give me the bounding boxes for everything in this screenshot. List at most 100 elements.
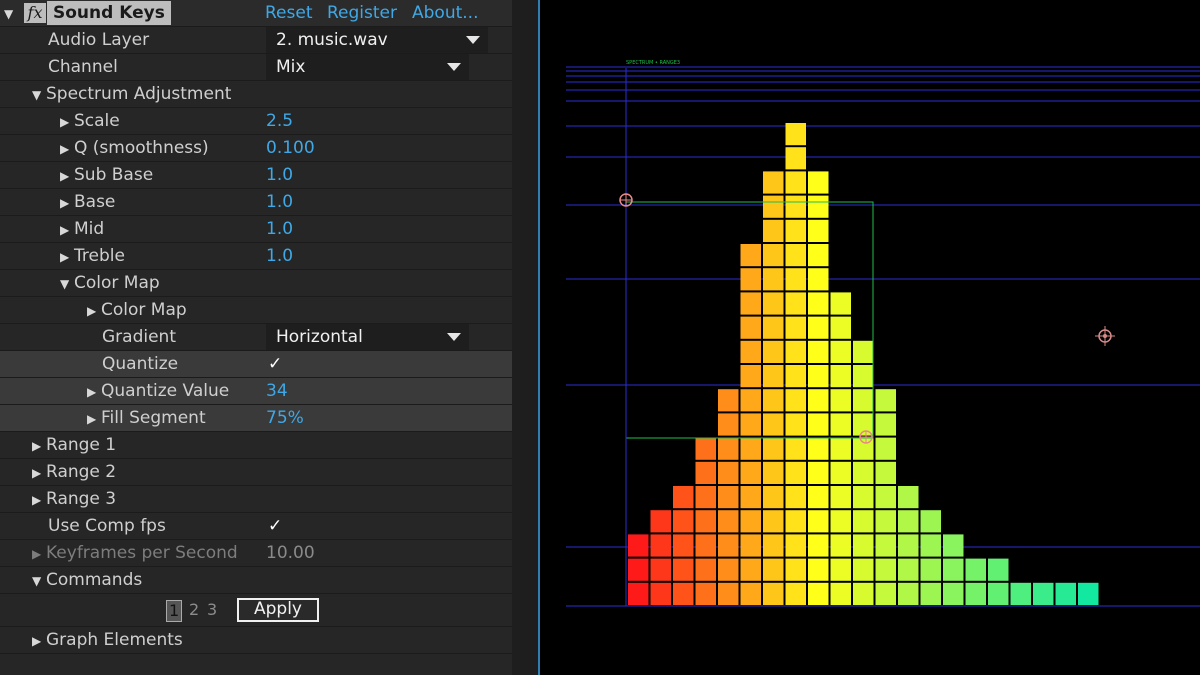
- effect-header[interactable]: ▼ fx Sound Keys Reset Register About...: [0, 0, 512, 27]
- spectrum-segment: [785, 534, 806, 557]
- spectrum-segment: [740, 292, 761, 315]
- quantize-checkbox[interactable]: ✓: [268, 351, 282, 377]
- expand-triangle-icon[interactable]: ▶: [60, 109, 74, 135]
- collapse-triangle-icon[interactable]: ▼: [4, 0, 18, 27]
- apply-button[interactable]: Apply: [237, 598, 319, 622]
- spectrum-segment: [695, 437, 716, 460]
- composition-viewer[interactable]: SPECTRUM • RANGE3: [540, 0, 1200, 675]
- commands-row[interactable]: ▼ Commands: [0, 567, 512, 594]
- spectrum-segment: [875, 389, 896, 412]
- scale-row: ▶ Scale 2.5: [0, 108, 512, 135]
- expand-triangle-icon[interactable]: ▼: [32, 568, 46, 594]
- spectrum-segment: [763, 413, 784, 436]
- expand-triangle-icon[interactable]: ▶: [60, 244, 74, 270]
- spectrum-segment: [718, 389, 739, 412]
- expand-triangle-icon[interactable]: ▶: [60, 190, 74, 216]
- treble-label: Treble: [74, 246, 125, 266]
- mid-label: Mid: [74, 219, 105, 239]
- graph-elements-row[interactable]: ▶ Graph Elements: [0, 627, 512, 654]
- range3-row[interactable]: ▶ Range 3: [0, 486, 512, 513]
- spectrum-segment: [830, 534, 851, 557]
- command-1-button[interactable]: 1: [166, 600, 183, 622]
- crosshair-target-icon[interactable]: [619, 193, 633, 207]
- mid-value[interactable]: 1.0: [266, 216, 293, 242]
- spectrum-segment: [650, 510, 671, 533]
- reset-link[interactable]: Reset: [265, 0, 313, 26]
- expand-triangle-icon[interactable]: ▼: [60, 271, 74, 297]
- spectrum-adjustment-row[interactable]: ▼ Spectrum Adjustment: [0, 81, 512, 108]
- anchor-point-icon[interactable]: [1095, 326, 1115, 346]
- spectrum-segment: [830, 365, 851, 388]
- use-comp-fps-row: Use Comp fps ✓: [0, 513, 512, 540]
- spectrum-segment: [808, 413, 829, 436]
- viewer-canvas[interactable]: SPECTRUM • RANGE3: [540, 0, 1200, 675]
- spectrum-segment: [1033, 582, 1054, 605]
- fx-toggle-icon[interactable]: fx: [24, 3, 46, 23]
- expand-triangle-icon[interactable]: ▼: [32, 82, 46, 108]
- spectrum-segment: [808, 534, 829, 557]
- spectrum-bars: [628, 123, 1099, 605]
- quantize-label: Quantize: [102, 354, 179, 374]
- spectrum-segment: [695, 510, 716, 533]
- expand-triangle-icon[interactable]: ▶: [87, 379, 101, 405]
- spectrum-segment: [875, 510, 896, 533]
- spectrum-segment: [763, 171, 784, 194]
- spectrum-segment: [920, 582, 941, 605]
- range2-row[interactable]: ▶ Range 2: [0, 459, 512, 486]
- spectrum-segment: [875, 461, 896, 484]
- range1-row[interactable]: ▶ Range 1: [0, 432, 512, 459]
- spectrum-segment: [830, 340, 851, 363]
- spectrum-segment: [875, 582, 896, 605]
- spectrum-bar: [1033, 582, 1054, 605]
- spectrum-segment: [808, 582, 829, 605]
- expand-triangle-icon[interactable]: ▶: [32, 433, 46, 459]
- spectrum-segment: [853, 461, 874, 484]
- spectrum-bar: [628, 534, 649, 605]
- crosshair-target-icon[interactable]: [859, 430, 873, 444]
- scale-value[interactable]: 2.5: [266, 108, 293, 134]
- quantize-value-value[interactable]: 34: [266, 378, 288, 404]
- register-link[interactable]: Register: [327, 0, 397, 26]
- spectrum-segment: [785, 461, 806, 484]
- color-map-group-row[interactable]: ▼ Color Map: [0, 270, 512, 297]
- spectrum-segment: [740, 510, 761, 533]
- spectrum-segment: [808, 219, 829, 242]
- expand-triangle-icon[interactable]: ▶: [60, 136, 74, 162]
- spectrum-segment: [763, 292, 784, 315]
- spectrum-segment: [763, 437, 784, 460]
- spectrum-segment: [785, 171, 806, 194]
- color-map-row[interactable]: ▶ Color Map: [0, 297, 512, 324]
- expand-triangle-icon[interactable]: ▶: [32, 460, 46, 486]
- gradient-label: Gradient: [102, 327, 176, 347]
- spectrum-segment: [1055, 582, 1076, 605]
- command-2-button[interactable]: 2: [189, 600, 199, 620]
- keyframes-per-second-value: 10.00: [266, 543, 315, 563]
- about-link[interactable]: About...: [412, 0, 478, 26]
- fill-segment-value[interactable]: 75%: [266, 405, 304, 431]
- spectrum-bar: [695, 437, 716, 605]
- spectrum-segment: [875, 413, 896, 436]
- spectrum-segment: [808, 389, 829, 412]
- treble-value[interactable]: 1.0: [266, 243, 293, 269]
- spectrum-segment: [628, 582, 649, 605]
- base-value[interactable]: 1.0: [266, 189, 293, 215]
- expand-triangle-icon[interactable]: ▶: [32, 487, 46, 513]
- q-value[interactable]: 0.100: [266, 135, 315, 161]
- spectrum-segment: [785, 244, 806, 267]
- gradient-dropdown[interactable]: Horizontal: [266, 324, 469, 350]
- expand-triangle-icon[interactable]: ▶: [60, 163, 74, 189]
- channel-dropdown[interactable]: Mix: [266, 54, 469, 80]
- expand-triangle-icon[interactable]: ▶: [60, 217, 74, 243]
- keyframes-per-second-label: Keyframes per Second: [46, 543, 238, 563]
- sub-base-value[interactable]: 1.0: [266, 162, 293, 188]
- expand-triangle-icon[interactable]: ▶: [32, 628, 46, 654]
- audio-layer-dropdown[interactable]: 2. music.wav: [266, 27, 488, 53]
- spectrum-segment: [740, 461, 761, 484]
- use-comp-fps-checkbox[interactable]: ✓: [268, 513, 282, 539]
- spectrum-segment: [740, 558, 761, 581]
- expand-triangle-icon[interactable]: ▶: [87, 298, 101, 324]
- spectrum-segment: [875, 558, 896, 581]
- spectrum-segment: [808, 340, 829, 363]
- expand-triangle-icon[interactable]: ▶: [87, 406, 101, 432]
- command-3-button[interactable]: 3: [207, 600, 217, 620]
